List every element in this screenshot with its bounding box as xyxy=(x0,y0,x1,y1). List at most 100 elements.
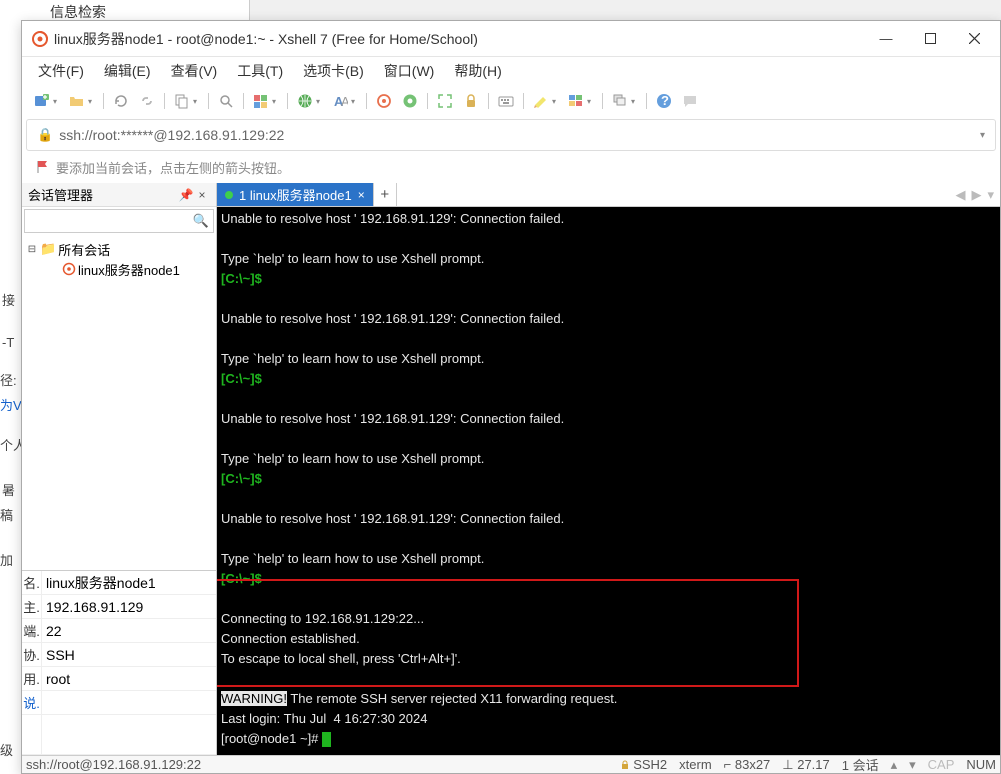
chat-icon[interactable] xyxy=(678,89,702,113)
highlighter-icon[interactable] xyxy=(529,89,553,113)
prop-row-empty xyxy=(22,715,216,755)
hint-text: 要添加当前会话，点击左侧的箭头按钮。 xyxy=(56,158,290,177)
color-scheme-icon[interactable] xyxy=(249,89,273,113)
dropdown-icon[interactable]: ▾ xyxy=(631,97,639,106)
tab-next-icon[interactable]: ▶ xyxy=(971,187,981,203)
status-ssh: SSH2 xyxy=(620,757,667,772)
tab-menu-icon[interactable]: ▾ xyxy=(987,187,994,203)
close-tab-icon[interactable]: × xyxy=(358,188,365,202)
link-icon[interactable] xyxy=(135,89,159,113)
keyboard-icon[interactable] xyxy=(494,89,518,113)
font-icon[interactable]: AA xyxy=(328,89,352,113)
collapse-icon[interactable]: ⊟ xyxy=(26,244,38,255)
fullscreen-icon[interactable] xyxy=(433,89,457,113)
menu-help[interactable]: 帮助(H) xyxy=(446,58,509,84)
tab-nav: ◀ ▶ ▾ xyxy=(949,183,1000,206)
help-icon[interactable]: ? xyxy=(652,89,676,113)
minimize-button[interactable]: — xyxy=(864,24,908,54)
lock-icon xyxy=(620,760,630,770)
prop-row-proto: 协.SSH xyxy=(22,643,216,667)
session-icon xyxy=(62,262,76,276)
separator xyxy=(427,93,428,109)
close-panel-icon[interactable]: × xyxy=(194,188,210,202)
statusbar: ssh://root@192.168.91.129:22 SSH2 xterm … xyxy=(22,755,1000,773)
tree-root[interactable]: ⊟ 📁 所有会话 xyxy=(26,239,212,259)
dropdown-icon[interactable]: ▾ xyxy=(53,97,61,106)
xshell-window: linux服务器node1 - root@node1:~ - Xshell 7 … xyxy=(21,20,1001,774)
tab-label: 1 linux服务器node1 xyxy=(239,185,352,204)
status-num: NUM xyxy=(966,757,996,772)
separator xyxy=(602,93,603,109)
xftp-icon[interactable] xyxy=(398,89,422,113)
menu-window[interactable]: 窗口(W) xyxy=(376,58,443,84)
status-pos: ⊥ 27.17 xyxy=(782,757,829,773)
menubar: 文件(F) 编辑(E) 查看(V) 工具(T) 选项卡(B) 窗口(W) 帮助(… xyxy=(22,57,1000,85)
separator xyxy=(523,93,524,109)
sidebar-search[interactable]: 🔍 xyxy=(24,209,214,233)
menu-tools[interactable]: 工具(T) xyxy=(229,58,291,84)
dropdown-icon[interactable]: ▾ xyxy=(193,97,201,106)
prop-row-host: 主.192.168.91.129 xyxy=(22,595,216,619)
address-url: ssh://root:******@192.168.91.129:22 xyxy=(59,127,974,143)
lock-icon[interactable] xyxy=(459,89,483,113)
status-size: ⌐ 83x27 xyxy=(724,757,771,772)
prop-row-port: 端.22 xyxy=(22,619,216,643)
tab-prev-icon[interactable]: ◀ xyxy=(955,187,965,203)
dropdown-icon[interactable]: ▾ xyxy=(587,97,595,106)
separator xyxy=(366,93,367,109)
session-tree[interactable]: ⊟ 📁 所有会话 linux服务器node1 xyxy=(22,235,216,570)
menu-file[interactable]: 文件(F) xyxy=(30,58,92,84)
app-icon xyxy=(32,31,48,47)
xshell-icon[interactable] xyxy=(372,89,396,113)
sidebar-title: 会话管理器 xyxy=(28,185,178,204)
tabstrip: 1 linux服务器node1 × + ◀ ▶ ▾ xyxy=(217,183,1000,207)
search-icon[interactable] xyxy=(214,89,238,113)
add-tab-button[interactable]: + xyxy=(373,183,397,206)
dropdown-icon[interactable]: ▾ xyxy=(316,97,324,106)
terminal[interactable]: Unable to resolve host ' 192.168.91.129'… xyxy=(217,207,1000,755)
cursor xyxy=(322,732,331,747)
status-sessions: 1 会话 xyxy=(842,755,879,774)
search-input[interactable] xyxy=(25,214,189,228)
address-bar[interactable]: 🔒 ssh://root:******@192.168.91.129:22 ▾ xyxy=(26,119,996,151)
prop-row-user: 用.root xyxy=(22,667,216,691)
toolbar: ▾ ▾ ▾ ▾ ▾ AA ▾ ▾ ▾ ▾ ? xyxy=(22,85,1000,117)
dropdown-icon[interactable]: ▾ xyxy=(88,97,96,106)
lock-icon: 🔒 xyxy=(37,127,53,143)
separator xyxy=(488,93,489,109)
prop-row-desc: 说. xyxy=(22,691,216,715)
tile-icon[interactable] xyxy=(564,89,588,113)
folder-icon: 📁 xyxy=(40,241,56,257)
reconnect-icon[interactable] xyxy=(109,89,133,113)
sidebar-header: 会话管理器 📌 × xyxy=(22,183,216,207)
dropdown-icon[interactable]: ▾ xyxy=(552,97,560,106)
new-session-icon[interactable] xyxy=(30,89,54,113)
tab-session[interactable]: 1 linux服务器node1 × xyxy=(217,183,373,206)
flag-icon xyxy=(36,160,50,174)
hint-bar: 要添加当前会话，点击左侧的箭头按钮。 xyxy=(26,153,996,181)
separator xyxy=(646,93,647,109)
prop-row-name: 名.linux服务器node1 xyxy=(22,571,216,595)
search-icon[interactable]: 🔍 xyxy=(189,213,213,229)
svg-text:?: ? xyxy=(661,93,669,108)
menu-edit[interactable]: 编辑(E) xyxy=(96,58,159,84)
dropdown-icon[interactable]: ▾ xyxy=(351,97,359,106)
copy-icon[interactable] xyxy=(170,89,194,113)
tree-item[interactable]: linux服务器node1 xyxy=(26,259,212,279)
window-title: linux服务器node1 - root@node1:~ - Xshell 7 … xyxy=(54,29,864,49)
pin-icon[interactable]: 📌 xyxy=(178,188,194,202)
separator xyxy=(164,93,165,109)
dropdown-icon[interactable]: ▾ xyxy=(980,130,985,141)
menu-tabs[interactable]: 选项卡(B) xyxy=(295,58,372,84)
close-button[interactable] xyxy=(952,24,996,54)
dropdown-icon[interactable]: ▾ xyxy=(272,97,280,106)
globe-icon[interactable] xyxy=(293,89,317,113)
status-url: ssh://root@192.168.91.129:22 xyxy=(26,757,201,772)
svg-text:A: A xyxy=(341,94,348,109)
open-folder-icon[interactable] xyxy=(65,89,89,113)
separator xyxy=(208,93,209,109)
menu-view[interactable]: 查看(V) xyxy=(163,58,226,84)
cascade-icon[interactable] xyxy=(608,89,632,113)
separator xyxy=(103,93,104,109)
maximize-button[interactable] xyxy=(908,24,952,54)
